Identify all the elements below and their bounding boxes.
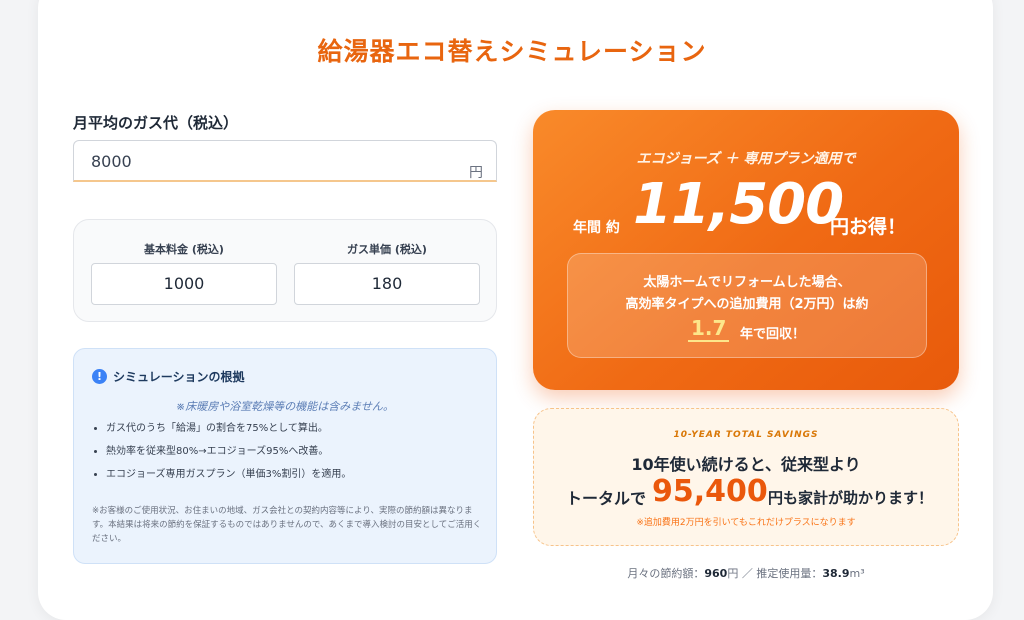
savings-note: ※追加費用2万円を引いてもこれだけプラスになります — [636, 518, 856, 528]
basis-list: ガス代のうち「給湯」の割合を75%として算出。 熱効率を従来型80%→エコジョー… — [90, 419, 351, 488]
monthly-saving-unit: 円 — [727, 567, 739, 580]
list-item: エコジョーズ専用ガスプラン（単価3%割引）を適用。 — [106, 465, 351, 480]
savings-line-1: 10年使い続けると、従来型より — [631, 455, 861, 474]
payback-suffix: 年で回収！ — [740, 327, 806, 342]
result-subtitle: エコジョーズ ＋ 専用プラン適用で — [636, 151, 856, 167]
monthly-saving-value: 960 — [704, 567, 728, 580]
base-fee-label: 基本料金 (税込) — [144, 243, 224, 256]
list-item: ガス代のうち「給湯」の割合を75%として算出。 — [106, 419, 351, 434]
gas-cost-input[interactable]: 8000 円 — [73, 140, 497, 182]
monthly-summary: 月々の節約額：960円 ／ 推定使用量：38.9m³ — [533, 565, 959, 581]
basis-panel: ! シミュレーションの根拠 ※床暖房や浴室乾燥等の機能は含みません。 ガス代のう… — [73, 348, 497, 564]
payback-box: 太陽ホームでリフォームした場合、 高効率タイプへの追加費用（2万円）は約 1.7… — [567, 253, 927, 358]
gas-cost-value[interactable]: 8000 — [91, 152, 132, 171]
disclaimer-text: ※お客様のご使用状況、お住まいの地域、ガス会社との契約内容等により、実際の節約額… — [92, 506, 482, 544]
payback-line-1: 太陽ホームでリフォームした場合、 — [643, 275, 851, 290]
savings-suffix: 円も家計が助かります！ — [768, 489, 934, 507]
gas-cost-label: 月平均のガス代（税込） — [73, 114, 239, 132]
savings-heading: 10-YEAR TOTAL SAVINGS — [673, 430, 819, 440]
monthly-saving-label: 月々の節約額： — [627, 567, 705, 580]
page-title: 給湯器エコ替えシミュレーション — [317, 37, 707, 66]
info-icon: ! — [92, 369, 107, 384]
basis-note: ※床暖房や浴室乾燥等の機能は含みません。 — [176, 400, 394, 413]
fees-panel: 基本料金 (税込) 1000 ガス単価 (税込) 180 — [73, 219, 497, 322]
usage-unit: m³ — [849, 567, 865, 580]
summary-separator: ／ — [741, 567, 753, 580]
basis-title-text: シミュレーションの根拠 — [113, 370, 245, 384]
usage-label: 推定使用量： — [756, 567, 823, 580]
annual-prefix: 年間 約 — [573, 220, 620, 236]
base-fee-input[interactable]: 1000 — [91, 263, 277, 305]
annual-savings-card: エコジョーズ ＋ 専用プラン適用で 年間 約 11,500 円お得！ 太陽ホーム… — [533, 110, 959, 390]
gas-unit-price-input[interactable]: 180 — [294, 263, 480, 305]
savings-amount: 95,400 — [652, 474, 768, 509]
list-item: 熱効率を従来型80%→エコジョーズ95%へ改善。 — [106, 442, 351, 457]
gas-unit-price-label: ガス単価 (税込) — [347, 243, 427, 256]
annual-amount: 11,500 — [633, 172, 844, 237]
savings-prefix: トータルで — [566, 489, 647, 508]
usage-value: 38.9 — [822, 567, 850, 580]
payback-years: 1.7 — [688, 316, 730, 342]
ten-year-savings-panel: 10-YEAR TOTAL SAVINGS 10年使い続けると、従来型より トー… — [533, 408, 959, 546]
basis-heading: ! シミュレーションの根拠 — [92, 368, 245, 385]
annual-suffix: 円お得！ — [830, 216, 907, 238]
payback-line-2: 高効率タイプへの追加費用（2万円）は約 — [625, 297, 869, 312]
gas-cost-unit: 円 — [469, 165, 483, 181]
